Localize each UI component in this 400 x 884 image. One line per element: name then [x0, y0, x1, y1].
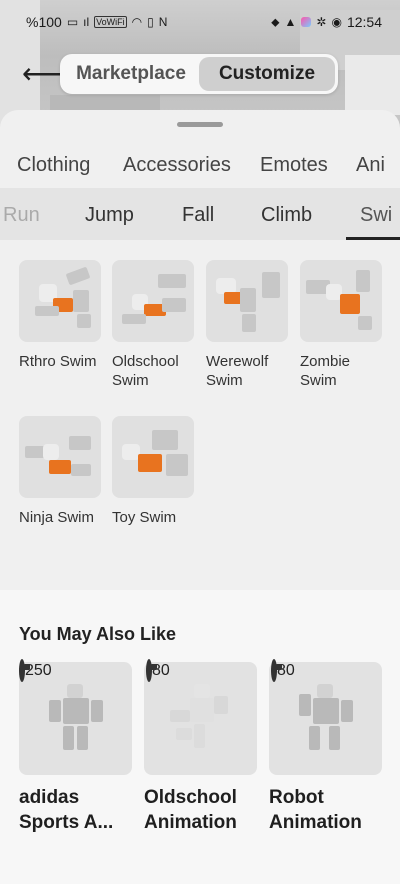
category-tab-clothing[interactable]: Clothing — [17, 154, 90, 177]
recommendation-card[interactable]: Oldschool Animation — [144, 662, 257, 835]
vibrate-icon: ▯ — [147, 15, 154, 29]
robux-icon — [19, 659, 25, 682]
sheet-drag-handle[interactable] — [177, 122, 223, 127]
nfc-icon: N — [158, 15, 168, 29]
item-thumbnail — [19, 416, 101, 498]
location-icon: ⬥ — [271, 14, 280, 29]
item-name: Rthro Swim — [19, 353, 97, 370]
item-werewolf-swim[interactable]: Werewolf Swim — [206, 260, 288, 390]
customize-sheet: Clothing Accessories Emotes Ani Run Jump… — [0, 110, 400, 590]
item-toy-swim[interactable]: Toy Swim — [112, 416, 194, 527]
section-title: You May Also Like — [19, 624, 177, 644]
vowifi-icon: VoWiFi — [94, 16, 127, 28]
active-tab-indicator — [346, 237, 400, 240]
item-thumbnail — [112, 416, 194, 498]
item-name: Werewolf Swim — [206, 353, 269, 389]
battery-icon: ▭ — [66, 15, 79, 29]
card-price: 80 — [146, 659, 259, 682]
tab-marketplace[interactable]: Marketplace — [63, 57, 199, 91]
wifi-icon: ◠ — [131, 15, 143, 29]
sub-tab-run[interactable]: Run — [3, 204, 40, 227]
battery-text: %100 — [26, 14, 62, 30]
backdrop-block — [345, 55, 400, 115]
bell-icon: ▲ — [284, 15, 297, 29]
recommendation-card[interactable]: Robot Animation — [269, 662, 382, 835]
item-oldschool-swim[interactable]: Oldschool Swim — [112, 260, 194, 390]
category-tabs: Clothing Accessories Emotes Ani — [0, 150, 400, 184]
category-tab-animations[interactable]: Ani — [356, 154, 385, 177]
back-arrow-icon[interactable]: ⟵ — [22, 60, 62, 90]
signal-icon: ıl — [83, 15, 90, 29]
card-title: adidas Sports A... — [19, 787, 114, 833]
item-name: Toy Swim — [112, 509, 177, 526]
mode-segmented-control: Marketplace Customize — [60, 54, 338, 94]
robux-icon — [146, 659, 152, 682]
item-thumbnail — [19, 260, 101, 342]
clock: 12:54 — [346, 14, 382, 30]
tab-customize[interactable]: Customize — [199, 57, 335, 91]
card-price: 80 — [271, 659, 384, 682]
sub-tab-fall[interactable]: Fall — [182, 204, 214, 227]
eye-icon: ◉ — [331, 15, 342, 29]
recommendations-section: You May Also Like adidas Sports A... 250 — [0, 590, 400, 884]
sub-tab-swim[interactable]: Swi — [360, 204, 392, 227]
item-ninja-swim[interactable]: Ninja Swim — [19, 416, 101, 527]
category-tab-emotes[interactable]: Emotes — [260, 154, 328, 177]
item-name: Zombie Swim — [300, 353, 351, 389]
sub-tab-climb[interactable]: Climb — [261, 204, 312, 227]
animation-sub-tabs: Run Jump Fall Climb Swi — [0, 188, 400, 240]
category-tab-accessories[interactable]: Accessories — [123, 154, 231, 177]
status-bar: %100 ▭ ıl VoWiFi ◠ ▯ N ⬥ ▲ ✲ ◉ 12:54 — [0, 0, 400, 44]
recommendation-card[interactable]: adidas Sports A... — [19, 662, 132, 835]
item-thumbnail — [112, 260, 194, 342]
item-zombie-swim[interactable]: Zombie Swim — [300, 260, 382, 390]
settings-icon: ✲ — [316, 15, 327, 29]
app-icon — [301, 17, 312, 27]
robux-icon — [271, 659, 277, 682]
card-title: Robot Animation — [269, 787, 362, 833]
item-name: Oldschool Swim — [112, 353, 179, 389]
item-thumbnail — [206, 260, 288, 342]
card-price: 250 — [19, 659, 132, 682]
item-name: Ninja Swim — [19, 509, 95, 526]
sub-tab-jump[interactable]: Jump — [85, 204, 134, 227]
card-title: Oldschool Animation — [144, 787, 237, 833]
item-thumbnail — [300, 260, 382, 342]
item-rthro-swim[interactable]: Rthro Swim — [19, 260, 101, 371]
